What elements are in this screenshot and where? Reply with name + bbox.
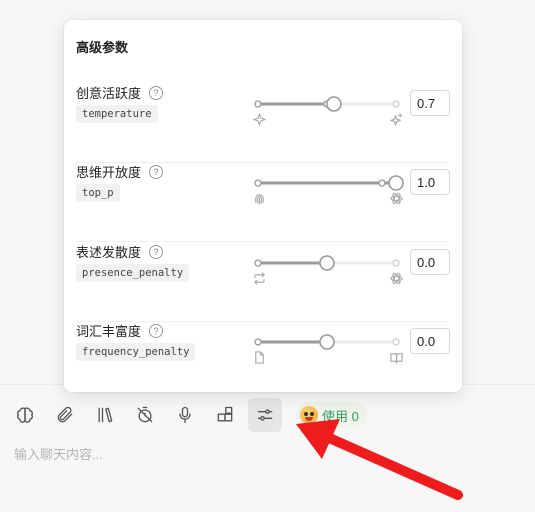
- attach-file-button[interactable]: [48, 398, 82, 432]
- help-icon[interactable]: ?: [149, 85, 164, 100]
- help-icon[interactable]: ?: [149, 244, 164, 259]
- chat-input[interactable]: [12, 444, 516, 464]
- temperature-slider[interactable]: [254, 96, 400, 112]
- help-icon[interactable]: ?: [149, 323, 164, 338]
- usage-badge[interactable]: 使用 0: [296, 402, 367, 428]
- chat-toolbar: 使用 0: [8, 395, 367, 435]
- param-key: presence_penalty: [76, 264, 190, 282]
- param-key: frequency_penalty: [76, 343, 196, 361]
- model-brain-button[interactable]: [8, 398, 42, 432]
- param-row-top-p: 思维开放度 ? top_p 1.0: [76, 162, 450, 242]
- slider-knob[interactable]: [319, 334, 335, 350]
- timer-off-icon: [137, 406, 153, 423]
- voice-input-button[interactable]: [168, 398, 202, 432]
- fingerprint-icon: [255, 194, 264, 205]
- advanced-params-popover: 高级参数 创意活跃度 ? temperature 0.7 思维开放度 ? top…: [64, 20, 462, 392]
- presence-penalty-slider[interactable]: [254, 255, 400, 271]
- atom-icon: [390, 272, 403, 285]
- top-p-value-input[interactable]: 1.0: [410, 169, 450, 195]
- plugins-button[interactable]: [208, 398, 242, 432]
- slider-min-dot: [254, 338, 262, 346]
- chat-page: 使用 0 高级参数 创意活跃度 ? temperature 0.7 思维开放度 …: [0, 0, 535, 512]
- paperclip-icon: [57, 406, 73, 423]
- atom-icon: [390, 192, 403, 205]
- plugin-icon: [217, 406, 233, 422]
- microphone-icon: [179, 406, 191, 424]
- param-key: temperature: [76, 105, 158, 123]
- slider-min-dot: [254, 100, 262, 108]
- slider-mark-dot: [378, 179, 386, 187]
- presence-penalty-value-input[interactable]: 0.0: [410, 249, 450, 275]
- slider-knob[interactable]: [326, 96, 342, 112]
- popover-title: 高级参数: [76, 40, 129, 55]
- slider-knob[interactable]: [319, 255, 335, 271]
- slider-min-dot: [254, 179, 262, 187]
- slider-max-dot: [392, 338, 400, 346]
- param-label: 创意活跃度: [76, 86, 142, 101]
- sparkle-icon: [253, 113, 266, 126]
- slider-graphic: [254, 96, 400, 112]
- slider-graphic: [254, 255, 400, 271]
- slider-max-dot: [392, 100, 400, 108]
- param-key: top_p: [76, 184, 120, 202]
- usage-label: 使用 0: [322, 408, 359, 424]
- slider-min-dot: [254, 259, 262, 267]
- sparkles-icon: [390, 113, 403, 126]
- help-icon[interactable]: ?: [149, 164, 164, 179]
- slider-graphic: [254, 175, 404, 191]
- file-icon: [255, 351, 264, 364]
- emoji-face-icon: [300, 406, 318, 424]
- slider-max-dot: [392, 259, 400, 267]
- repeat-icon: [254, 272, 265, 285]
- book-icon: [390, 353, 403, 364]
- param-row-frequency-penalty: 词汇丰富度 ? frequency_penalty 0.0: [76, 321, 450, 400]
- sliders-icon: [257, 409, 273, 421]
- temperature-value-input[interactable]: 0.7: [410, 90, 450, 116]
- param-row-temperature: 创意活跃度 ? temperature 0.7: [76, 83, 450, 163]
- param-label: 表述发散度: [76, 245, 142, 260]
- slider-knob[interactable]: [388, 175, 404, 191]
- param-label: 思维开放度: [76, 165, 142, 180]
- advanced-params-button[interactable]: [248, 398, 282, 432]
- library-icon: [98, 407, 113, 423]
- knowledge-base-button[interactable]: [88, 398, 122, 432]
- slider-graphic: [254, 334, 400, 350]
- param-row-presence-penalty: 表述发散度 ? presence_penalty 0.0: [76, 242, 450, 322]
- timer-off-button[interactable]: [128, 398, 162, 432]
- param-label: 词汇丰富度: [76, 324, 142, 339]
- brain-icon: [17, 407, 33, 423]
- frequency-penalty-slider[interactable]: [254, 334, 400, 350]
- top-p-slider[interactable]: [254, 175, 404, 191]
- frequency-penalty-value-input[interactable]: 0.0: [410, 328, 450, 354]
